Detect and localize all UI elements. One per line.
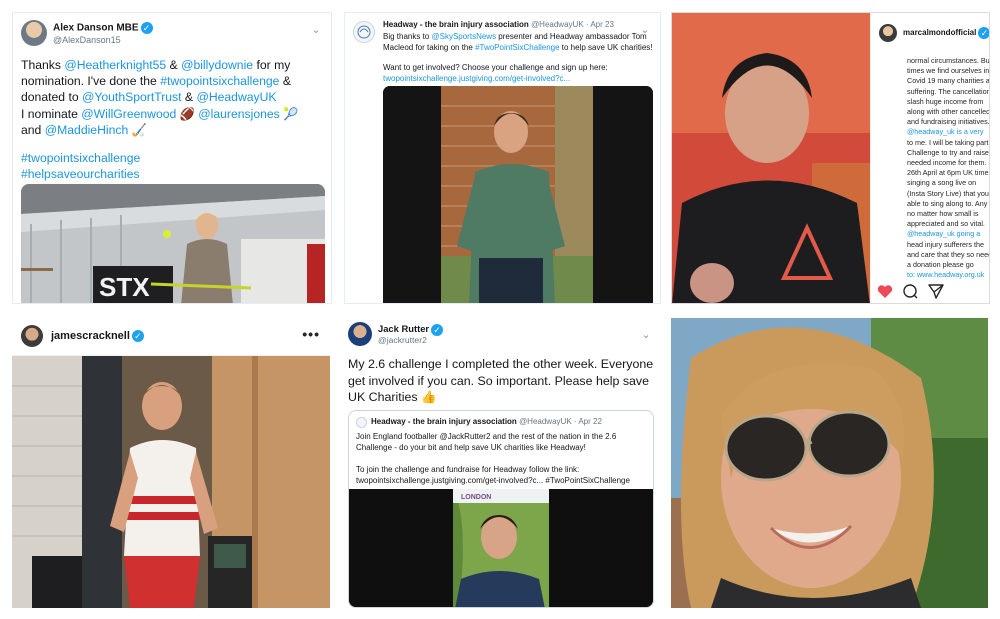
- hashtag-link[interactable]: #twopointsixchallenge: [21, 150, 140, 166]
- mention-link[interactable]: @WillGreenwood: [81, 107, 176, 121]
- avatar[interactable]: [21, 20, 47, 46]
- video-frame-image: LONDON: [349, 489, 653, 607]
- instagram-post-james-cracknell: jamescracknell ✓ •••: [12, 318, 330, 608]
- tweet-text-secondary: Want to get involved? Choose your challe…: [383, 62, 655, 84]
- verified-badge-icon: ✓: [140, 22, 153, 34]
- tweet-author-handle[interactable]: @AlexDanson15: [53, 35, 121, 45]
- more-options-icon[interactable]: •••: [302, 326, 320, 342]
- quoted-tweet-text-secondary: To join the challenge and fundraise for …: [356, 465, 630, 485]
- tweet-video[interactable]: [383, 86, 653, 303]
- instagram-username[interactable]: marcalmondofficial ✓: [903, 27, 989, 39]
- tweet-author-handle[interactable]: @HeadwayUK: [531, 20, 584, 29]
- verified-badge-icon: ✓: [978, 27, 989, 39]
- quoted-tweet[interactable]: Headway - the brain injury association @…: [348, 410, 654, 608]
- avatar[interactable]: [348, 322, 372, 346]
- comment-icon[interactable]: [903, 284, 918, 299]
- instagram-photo[interactable]: [12, 356, 330, 608]
- svg-text:LONDON: LONDON: [461, 494, 491, 501]
- tennis-ball-emoji-icon: 🎾: [279, 106, 299, 121]
- video-frame-image: [383, 86, 653, 303]
- avatar[interactable]: [21, 325, 43, 347]
- tweet-author-handle[interactable]: @jackrutter2: [378, 335, 427, 345]
- mention-link[interactable]: @headway_uk is a very: [907, 127, 989, 137]
- signup-link[interactable]: twopointsixchallenge.justgiving.com/get-…: [383, 73, 655, 84]
- mention-link[interactable]: @headway_uk going a: [907, 229, 989, 239]
- tweet-alex-danson: Alex Danson MBE ✓ @AlexDanson15 ⌄ Thanks …: [12, 12, 332, 304]
- quoted-tweet-text: Join England footballer @JackRutter2 and…: [356, 432, 617, 452]
- rowing-scene-image: [12, 356, 330, 608]
- verified-badge-icon: ✓: [431, 323, 444, 336]
- tweet-headway-tom-macleod: Headway - the brain injury association @…: [344, 12, 661, 304]
- quoted-tweet-header: Headway - the brain injury association @…: [371, 417, 602, 426]
- share-icon[interactable]: [928, 284, 944, 299]
- headway-logo-icon: [357, 25, 371, 39]
- mention-link[interactable]: @laurensjones: [198, 107, 279, 121]
- tweet-author-name[interactable]: Alex Danson MBE ✓: [53, 22, 153, 34]
- instagram-post-marc-almond: marcalmondofficial ✓ normal circumstances…: [671, 12, 990, 304]
- football-emoji-icon: 🏈: [176, 106, 199, 121]
- mention-link[interactable]: @MaddieHinch: [45, 123, 129, 137]
- tweet-date[interactable]: · Apr 23: [586, 20, 614, 29]
- website-link[interactable]: to: www.headway.org.uk: [907, 270, 989, 280]
- gym-scene-image: STX: [21, 184, 325, 303]
- instagram-actions: [877, 283, 987, 299]
- hockey-emoji-icon: 🏑: [128, 122, 147, 137]
- verified-badge-icon: ✓: [131, 330, 144, 343]
- quoted-tweet-video[interactable]: LONDON: [349, 489, 653, 607]
- instagram-caption: normal circumstances. But times we find …: [907, 56, 989, 280]
- mention-link[interactable]: @billydownie: [181, 58, 253, 72]
- tweet-author-name[interactable]: Headway - the brain injury association: [383, 20, 529, 29]
- svg-text:STX: STX: [99, 272, 150, 302]
- chevron-down-icon[interactable]: ⌄: [639, 328, 653, 342]
- tweet-jack-rutter: Jack Rutter ✓ @jackrutter2 ⌄ My 2.6 chall…: [344, 318, 661, 608]
- tweet-header: Headway - the brain injury association @…: [383, 20, 614, 29]
- instagram-sidebar: marcalmondofficial ✓ normal circumstances…: [870, 13, 989, 303]
- video-frame-image: [672, 13, 870, 303]
- mention-link[interactable]: @YouthSportTrust: [82, 90, 182, 104]
- tweet-author-name[interactable]: Jack Rutter ✓: [378, 323, 444, 336]
- avatar: [356, 417, 367, 428]
- heart-icon[interactable]: [877, 285, 893, 298]
- hashtag-link[interactable]: #TwoPointSixChallenge: [475, 43, 560, 52]
- mention-link[interactable]: @SkySportsNews: [431, 32, 496, 41]
- tweet-text: My 2.6 challenge I completed the other w…: [348, 357, 654, 404]
- instagram-post-header: jamescracknell ✓ •••: [12, 318, 330, 356]
- tweet-text: Thanks @Heatherknight55 & @billydownie f…: [21, 58, 299, 137]
- instagram-username[interactable]: jamescracknell ✓: [51, 330, 144, 343]
- hashtag-link[interactable]: #helpsaveourcharities: [21, 166, 140, 182]
- chevron-down-icon[interactable]: ⌄: [309, 23, 323, 37]
- avatar[interactable]: [353, 21, 375, 43]
- selfie-photo[interactable]: [671, 318, 988, 608]
- avatar[interactable]: [879, 24, 897, 42]
- tweet-photo[interactable]: STX: [21, 184, 325, 303]
- instagram-video[interactable]: [672, 13, 870, 303]
- mention-link[interactable]: @HeadwayUK: [196, 90, 276, 104]
- hashtag-link[interactable]: #twopointsixchallenge: [160, 74, 279, 88]
- mention-link[interactable]: @Heatherknight55: [64, 58, 166, 72]
- selfie-image: [671, 318, 988, 608]
- tweet-text: Big thanks to @SkySportsNews presenter a…: [383, 32, 653, 52]
- hashtag-list: #twopointsixchallenge #helpsaveourcharit…: [21, 150, 140, 182]
